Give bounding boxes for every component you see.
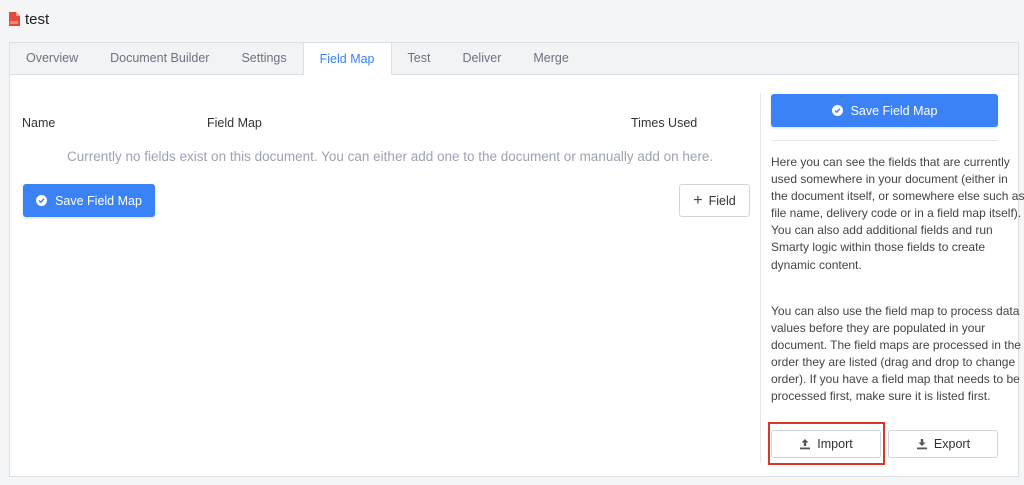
save-field-map-label: Save Field Map: [55, 193, 142, 208]
tab-field-map[interactable]: Field Map: [302, 42, 392, 75]
column-header-name: Name: [22, 116, 56, 130]
tab-bar: Overview Document Builder Settings Field…: [9, 42, 1019, 75]
sidebar-divider: [760, 93, 761, 463]
tab-overview[interactable]: Overview: [10, 42, 94, 74]
plus-icon: +: [693, 191, 703, 209]
help-text-processing: You can also use the field map to proces…: [771, 304, 1021, 404]
document-header: test: [8, 8, 49, 30]
field-map-panel: Name Field Map Times Used Currently no f…: [9, 75, 1024, 477]
pdf-file-icon: [9, 12, 20, 26]
export-label: Export: [933, 437, 971, 451]
check-circle-icon: [36, 195, 48, 206]
download-icon: [916, 439, 927, 450]
tab-merge[interactable]: Merge: [517, 42, 584, 74]
empty-state-message: Currently no fields exist on this docume…: [67, 149, 714, 164]
tab-test[interactable]: Test: [392, 42, 447, 74]
column-header-times-used: Times Used: [631, 116, 698, 130]
tab-document-builder[interactable]: Document Builder: [94, 42, 225, 74]
document-title: test: [25, 10, 50, 28]
check-circle-icon: [831, 105, 843, 116]
sidebar-save-field-map-label: Save Field Map: [850, 103, 938, 118]
export-button[interactable]: Export: [888, 430, 998, 458]
column-header-field-map: Field Map: [207, 116, 262, 130]
save-field-map-button[interactable]: Save Field Map: [23, 184, 155, 217]
sidebar-save-field-map-button[interactable]: Save Field Map: [771, 94, 998, 127]
help-text-fields: Here you can see the fields that are cur…: [771, 155, 1024, 272]
tab-deliver[interactable]: Deliver: [446, 42, 517, 74]
add-field-label: Field: [708, 193, 736, 208]
import-highlight-annotation: [768, 422, 885, 465]
sidebar-separator: [771, 140, 998, 141]
add-field-button[interactable]: + Field: [679, 184, 750, 217]
tab-settings[interactable]: Settings: [225, 42, 302, 74]
